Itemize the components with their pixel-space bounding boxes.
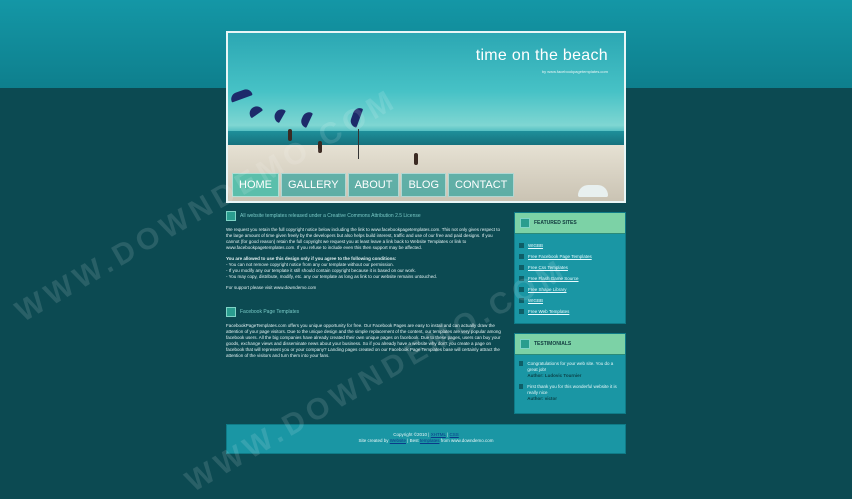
license-text: We request you retain the full copyright… <box>226 227 500 250</box>
list-item: Free Facebook Page Templates <box>519 251 621 262</box>
condition-item: - You can not remove copyright notice fr… <box>226 262 394 267</box>
testimonial: Congratulations for your web site. You d… <box>519 361 621 379</box>
condition-item: - If you modify any our template it stil… <box>226 268 416 273</box>
nav-blog[interactable]: BLOG <box>401 173 447 197</box>
boat-icon <box>578 185 608 197</box>
bullet-icon <box>519 384 524 389</box>
section-heading: All website templates released under a C… <box>226 211 506 221</box>
website-link[interactable]: Website <box>390 438 406 443</box>
sidebar: FEATURED SITES WIGBB Free Facebook Page … <box>514 212 626 423</box>
copyright-text: Copyright ©2010 | <box>393 432 430 437</box>
credit-prefix: Site created by <box>358 438 389 443</box>
section-icon <box>226 307 236 317</box>
box-icon <box>520 339 530 349</box>
testimonials-box: TESTIMONIALS Congratulations for your we… <box>514 333 626 414</box>
testimonial-author: Author: victor <box>527 396 557 401</box>
list-item: Free Web Templates <box>519 306 621 317</box>
section-title: Facebook Page Templates <box>240 309 300 315</box>
testimonial-text: Congratulations for your web site. You d… <box>527 361 614 372</box>
site-subtitle: by www.facebookpagetemplates.com <box>541 69 608 74</box>
condition-item: - You may copy, distribute, modify, etc.… <box>226 274 437 279</box>
list-item: WIGBB <box>519 240 621 251</box>
conditions-title: You are allowed to use this design only … <box>226 256 397 261</box>
credit-suffix: from www.downdemo.com <box>440 438 494 443</box>
nav-about[interactable]: ABOUT <box>347 173 400 197</box>
testimonial-author: Author: Ludovic Tournier <box>527 373 582 378</box>
featured-link[interactable]: Free Web Templates <box>528 309 569 314</box>
support-text: For support please visit www.downdemo.co… <box>226 285 317 290</box>
box-title: FEATURED SITES <box>534 220 577 226</box>
testimonial-text: First thank you for this wonderful websi… <box>527 384 617 395</box>
bullet-icon <box>519 361 524 366</box>
box-header: TESTIMONIALS <box>515 334 625 355</box>
xhtml-link[interactable]: XHTML <box>431 432 446 437</box>
section-title: All website templates released under a C… <box>240 213 421 219</box>
bullet-icon <box>519 243 524 248</box>
box-header: FEATURED SITES <box>515 213 625 234</box>
bullet-icon <box>519 265 524 270</box>
templates-link[interactable]: templates <box>420 438 440 443</box>
nav-contact[interactable]: CONTACT <box>448 173 515 197</box>
site-title: time on the beach <box>475 47 608 64</box>
conditions: You are allowed to use this design only … <box>226 256 506 280</box>
umbrella-icon <box>272 106 286 124</box>
css-link[interactable]: CSS <box>450 432 459 437</box>
testimonial: First thank you for this wonderful websi… <box>519 384 621 402</box>
person <box>414 153 418 165</box>
bullet-icon <box>519 254 524 259</box>
box-icon <box>520 218 530 228</box>
credit-mid: | Best <box>407 438 419 443</box>
umbrella-icon <box>246 103 264 119</box>
umbrella-icon <box>229 87 253 103</box>
featured-link[interactable]: WIGBB <box>528 243 543 248</box>
testimonials-list: Congratulations for your web site. You d… <box>515 355 625 413</box>
box-title: TESTIMONIALS <box>534 341 572 347</box>
